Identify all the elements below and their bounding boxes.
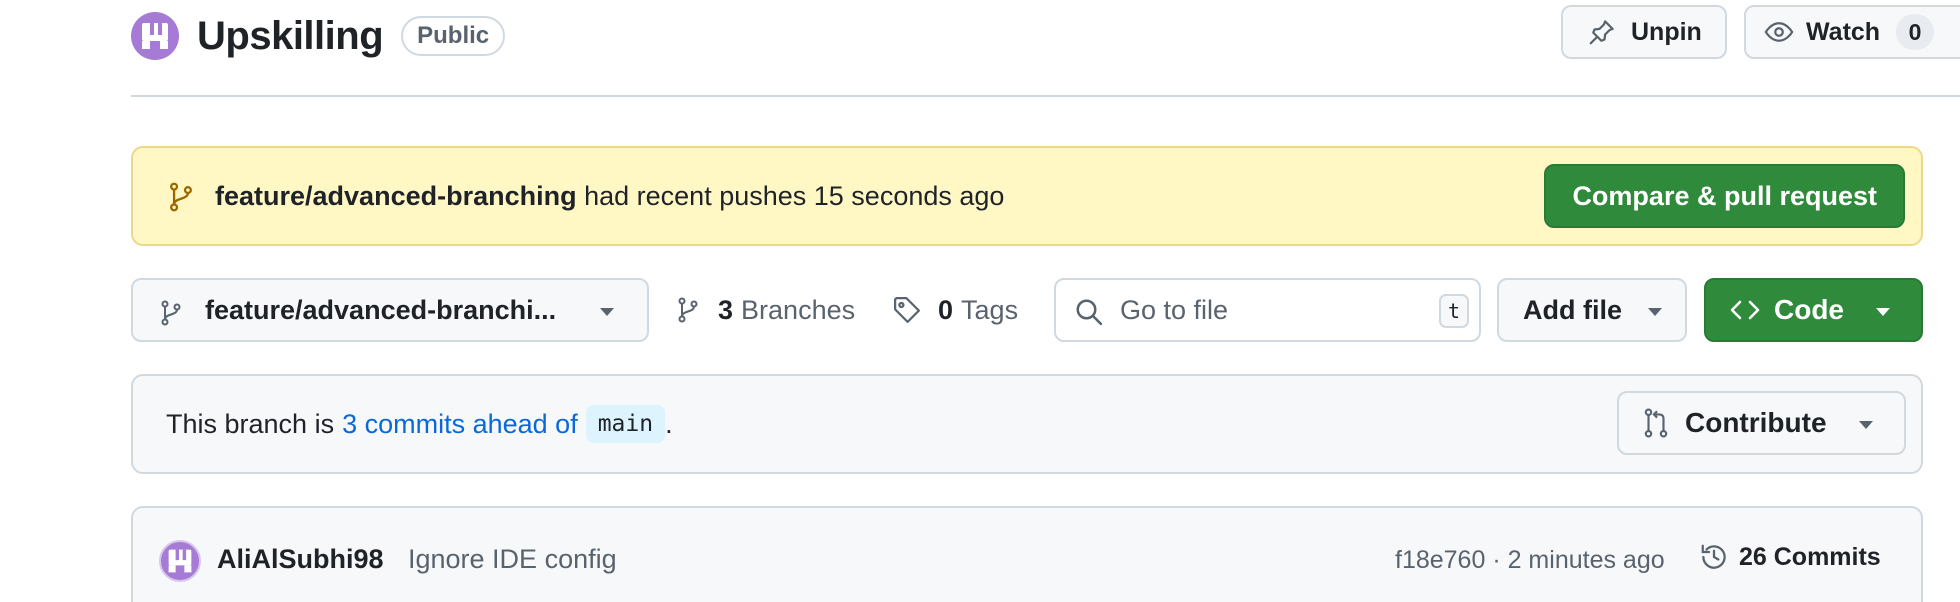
banner-message: feature/advanced-branching had recent pu… (215, 181, 1004, 212)
watch-button[interactable]: Watch 0 (1744, 5, 1960, 59)
branch-selector[interactable]: feature/advanced-branchi... (131, 278, 649, 342)
chevron-down-icon (599, 307, 615, 317)
banner-push-text: had recent pushes 15 seconds ago (584, 180, 1005, 211)
commits-history-link[interactable]: 26 Commits (1699, 542, 1881, 572)
branches-link[interactable]: 3 Branches (676, 278, 855, 342)
commit-author[interactable]: AliAlSubhi98 (217, 544, 384, 575)
watch-label: Watch (1806, 17, 1881, 46)
repo-header: Upskilling Public (131, 8, 506, 64)
code-icon (1730, 298, 1760, 322)
header-divider (131, 95, 1960, 97)
tags-count: 0 (938, 294, 954, 325)
unpin-button[interactable]: Unpin (1561, 5, 1727, 59)
ahead-suffix: . (665, 408, 673, 439)
base-branch-chip: main (585, 405, 666, 443)
history-icon (1699, 542, 1729, 572)
unpin-label: Unpin (1631, 17, 1702, 46)
tag-icon (892, 295, 922, 325)
latest-commit-bar: AliAlSubhi98 Ignore IDE config f18e760 ·… (131, 506, 1923, 602)
git-pull-request-icon (1643, 408, 1669, 438)
git-branch-icon (167, 182, 195, 212)
ahead-text: This branch is 3 commits ahead of main . (166, 405, 673, 443)
eye-icon (1764, 17, 1794, 47)
ahead-prefix: This branch is (166, 408, 335, 439)
commit-meta[interactable]: f18e760 · 2 minutes ago (1395, 546, 1665, 575)
recent-push-banner: feature/advanced-branching had recent pu… (131, 146, 1923, 246)
add-file-label: Add file (1523, 294, 1622, 325)
contribute-button[interactable]: Contribute (1617, 391, 1906, 455)
go-to-file-input[interactable] (1120, 292, 1420, 328)
watch-count: 0 (1896, 14, 1935, 50)
repo-name[interactable]: Upskilling (197, 14, 384, 59)
author-avatar[interactable] (159, 540, 201, 582)
chevron-down-icon (1858, 420, 1874, 430)
banner-branch-name[interactable]: feature/advanced-branching (215, 181, 577, 211)
compare-pull-request-button[interactable]: Compare & pull request (1544, 164, 1905, 228)
branches-count: 3 (718, 294, 734, 325)
repo-avatar-icon[interactable] (131, 12, 179, 60)
code-label: Code (1774, 294, 1844, 325)
tags-link[interactable]: 0 Tags (892, 278, 1018, 342)
branch-ahead-status: This branch is 3 commits ahead of main .… (131, 374, 1923, 474)
git-branch-icon (676, 297, 700, 323)
branch-selector-label: feature/advanced-branchi... (205, 294, 557, 325)
commit-message[interactable]: Ignore IDE config (408, 544, 617, 575)
branches-label: Branches (741, 294, 856, 325)
go-to-file-shortcut: t (1439, 294, 1469, 328)
contribute-label: Contribute (1685, 407, 1827, 438)
chevron-down-icon (1875, 307, 1891, 317)
visibility-badge: Public (401, 16, 506, 56)
commits-ahead-link[interactable]: 3 commits ahead of (342, 409, 578, 440)
go-to-file-field[interactable]: t (1054, 278, 1481, 342)
tags-label: Tags (961, 294, 1019, 325)
commits-count-label: 26 Commits (1739, 542, 1881, 571)
chevron-down-icon (1647, 307, 1663, 317)
pin-icon (1587, 17, 1617, 47)
git-branch-icon (159, 300, 183, 326)
search-icon (1074, 297, 1104, 327)
code-button[interactable]: Code (1704, 278, 1923, 342)
add-file-button[interactable]: Add file (1497, 278, 1687, 342)
